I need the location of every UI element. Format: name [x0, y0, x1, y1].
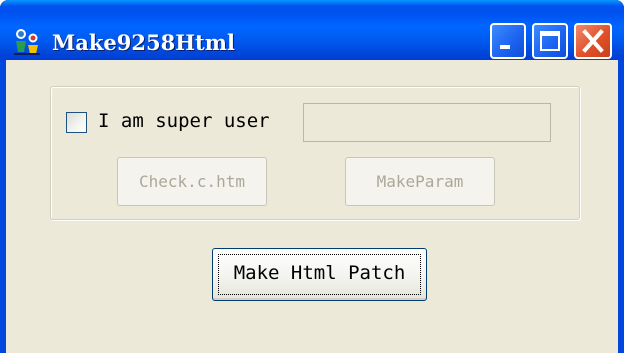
- close-button[interactable]: [574, 23, 612, 59]
- window-right-border: [618, 60, 624, 353]
- maximize-icon: [540, 31, 560, 51]
- super-user-label[interactable]: I am super user: [98, 110, 270, 132]
- super-user-input[interactable]: [303, 103, 551, 142]
- make-html-patch-label: Make Html Patch: [233, 262, 406, 284]
- close-icon: [582, 29, 604, 53]
- window-title: Make9258Html: [52, 30, 235, 55]
- check-c-htm-button[interactable]: Check.c.htm: [117, 157, 267, 206]
- minimize-button[interactable]: [490, 23, 526, 59]
- app-window: Make9258Html I am super user Check.c.htm…: [0, 0, 624, 353]
- super-user-checkbox[interactable]: [66, 112, 87, 133]
- application-icon: [14, 29, 40, 55]
- make-param-button[interactable]: MakeParam: [345, 157, 495, 206]
- title-bar[interactable]: Make9258Html: [0, 0, 624, 60]
- make-html-patch-button[interactable]: Make Html Patch: [212, 248, 427, 301]
- maximize-button[interactable]: [532, 23, 568, 59]
- minimize-icon: [500, 45, 510, 49]
